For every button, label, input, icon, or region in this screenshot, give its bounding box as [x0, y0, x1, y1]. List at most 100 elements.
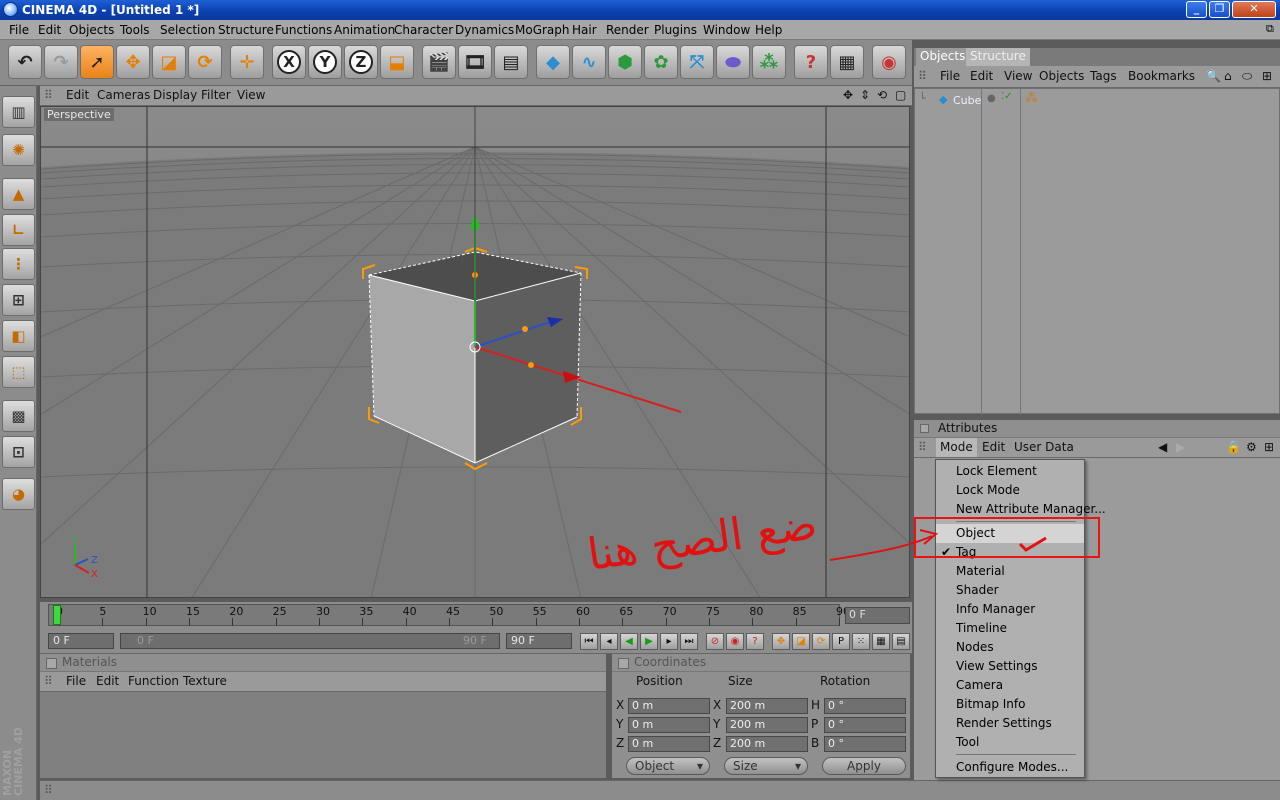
menu-functions[interactable]: Functions — [275, 23, 332, 37]
menu-dynamics[interactable]: Dynamics — [455, 23, 514, 37]
y-axis-lock-icon[interactable]: Y — [308, 45, 342, 79]
snap-icon[interactable]: ⊡ — [2, 436, 35, 468]
visibility-dot-icon[interactable]: ● — [987, 93, 996, 104]
nurbs-icon[interactable]: ⬢ — [608, 45, 642, 79]
viewport-menu-cameras[interactable]: Cameras — [97, 88, 150, 102]
coordinate-system-icon[interactable]: ⬓ — [380, 45, 414, 79]
undo-icon[interactable]: ↶ — [8, 45, 42, 79]
apply-button[interactable]: Apply — [822, 757, 906, 775]
end-frame-field[interactable]: 90 F — [506, 633, 572, 649]
material-tag-icon[interactable]: ⁂ — [1025, 91, 1038, 106]
menu-item-lock-element[interactable]: Lock Element — [936, 462, 1084, 481]
axis-mode-icon[interactable]: ∟ — [2, 214, 35, 246]
start-frame-field[interactable]: 0 F — [48, 633, 114, 649]
script-manager-icon[interactable]: ▦ — [830, 45, 864, 79]
range-slider[interactable]: 0 F 90 F — [120, 633, 500, 649]
autokey-icon[interactable]: ◉ — [726, 633, 744, 650]
home-icon[interactable]: ⌂ — [1224, 69, 1232, 83]
object-axis-mode-icon[interactable]: ▲ — [2, 178, 35, 210]
menu-item-info-manager[interactable]: Info Manager — [936, 600, 1084, 619]
record-rotation-icon[interactable]: ⟳ — [812, 633, 830, 650]
record-position-icon[interactable]: ✥ — [772, 633, 790, 650]
polygons-mode-icon[interactable]: ◧ — [2, 320, 35, 352]
edges-mode-icon[interactable]: ⊞ — [2, 284, 35, 316]
zoom-view-icon[interactable]: ⇕ — [860, 88, 870, 102]
scheme-icon[interactable]: ▦ — [872, 633, 890, 650]
tab-structure[interactable]: Structure — [966, 48, 1030, 66]
menu-animation[interactable]: Animation — [334, 23, 395, 37]
viewport-menu-display[interactable]: Display — [153, 88, 197, 102]
menu-render[interactable]: Render — [606, 23, 649, 37]
materials-area[interactable] — [40, 692, 606, 778]
tab-objects[interactable]: Objects — [916, 48, 970, 66]
render-picture-viewer-icon[interactable]: 🎞 — [458, 45, 492, 79]
minimize-button[interactable]: _ — [1186, 1, 1207, 18]
close-button[interactable]: ✕ — [1232, 1, 1276, 18]
menu-item-bitmap-info[interactable]: Bitmap Info — [936, 695, 1084, 714]
objects-menu-view[interactable]: View — [1004, 69, 1032, 83]
record-scale-icon[interactable]: ◪ — [792, 633, 810, 650]
menu-item-tool[interactable]: Tool — [936, 733, 1084, 752]
position-z-field[interactable]: 0 m — [628, 736, 710, 752]
materials-menu-file[interactable]: File — [66, 674, 86, 688]
x-axis-lock-icon[interactable]: X — [272, 45, 306, 79]
record-point-level-icon[interactable]: ⁙ — [852, 633, 870, 650]
layout-icon[interactable]: ▥ — [2, 96, 35, 128]
cube-primitive-icon[interactable]: ◆ — [536, 45, 570, 79]
menu-structure[interactable]: Structure — [218, 23, 274, 37]
play-forwards-icon[interactable]: ▶ — [640, 633, 658, 650]
attributes-menu-mode[interactable]: Mode — [936, 438, 977, 457]
playhead[interactable] — [53, 605, 61, 625]
go-to-end-icon[interactable]: ⏭ — [680, 633, 698, 650]
scene-object-icon[interactable]: ⬬ — [716, 45, 750, 79]
objects-menu-objects[interactable]: Objects — [1039, 69, 1084, 83]
menu-tools[interactable]: Tools — [120, 23, 150, 37]
position-y-field[interactable]: 0 m — [628, 717, 710, 733]
size-x-field[interactable]: 200 m — [726, 698, 808, 714]
materials-menu-function[interactable]: Function — [128, 674, 179, 688]
menu-file[interactable]: File — [9, 23, 29, 37]
objects-menu-file[interactable]: File — [940, 69, 960, 83]
menu-selection[interactable]: Selection — [160, 23, 215, 37]
viewport-menu-edit[interactable]: Edit — [66, 88, 89, 102]
help-icon[interactable]: ? — [794, 45, 828, 79]
menu-objects[interactable]: Objects — [69, 23, 114, 37]
maximize-button[interactable]: ❐ — [1209, 1, 1230, 18]
menu-window[interactable]: Window — [703, 23, 750, 37]
enabled-check-icon[interactable]: ⁚✓ — [1001, 91, 1013, 102]
deformer-icon[interactable]: ⤧ — [680, 45, 714, 79]
menu-mograph[interactable]: MoGraph — [515, 23, 570, 37]
size-mode-select[interactable]: Size ▾ — [724, 757, 808, 775]
record-keys-icon[interactable]: ⊘ — [706, 633, 724, 650]
sculpt-icon[interactable]: ◕ — [2, 478, 35, 510]
z-axis-lock-icon[interactable]: Z — [344, 45, 378, 79]
model-mode-icon[interactable]: ✺ — [2, 134, 35, 166]
spline-icon[interactable]: ∿ — [572, 45, 606, 79]
web-icon[interactable]: ◉ — [872, 45, 906, 79]
move-tool-icon[interactable]: ✥ — [116, 45, 150, 79]
keyframe-selection-icon[interactable]: ? — [746, 633, 764, 650]
viewport-menu-filter[interactable]: Filter — [201, 88, 231, 102]
forward-arrow-icon[interactable]: ▶ — [1176, 440, 1185, 454]
go-to-start-icon[interactable]: ⏮ — [580, 633, 598, 650]
materials-menu-texture[interactable]: Texture — [183, 674, 227, 688]
objects-menu-tags[interactable]: Tags — [1090, 69, 1117, 83]
menu-character[interactable]: Character — [394, 23, 453, 37]
toggle-view-icon[interactable]: ▢ — [895, 88, 906, 102]
array-icon[interactable]: ✿ — [644, 45, 678, 79]
list-item[interactable]: └ ◆ Cube — [919, 92, 981, 109]
particles-icon[interactable]: ⁂ — [752, 45, 786, 79]
size-z-field[interactable]: 200 m — [726, 736, 808, 752]
viewport-menu-view[interactable]: View — [237, 88, 265, 102]
workplane-icon[interactable]: ▩ — [2, 400, 35, 432]
render-view-icon[interactable]: 🎬 — [422, 45, 456, 79]
live-selection-icon[interactable]: ➚ — [80, 45, 114, 79]
object-list[interactable]: └ ◆ Cube ● ⁚✓ ⁂ — [914, 88, 1280, 415]
menu-help[interactable]: Help — [755, 23, 782, 37]
new-panel-icon[interactable]: ⊞ — [1264, 440, 1274, 454]
size-y-field[interactable]: 200 m — [726, 717, 808, 733]
search-icon[interactable]: 🔍 — [1206, 69, 1221, 83]
record-parameter-icon[interactable]: P — [832, 633, 850, 650]
menu-item-nodes[interactable]: Nodes — [936, 638, 1084, 657]
menu-item-render-settings[interactable]: Render Settings — [936, 714, 1084, 733]
